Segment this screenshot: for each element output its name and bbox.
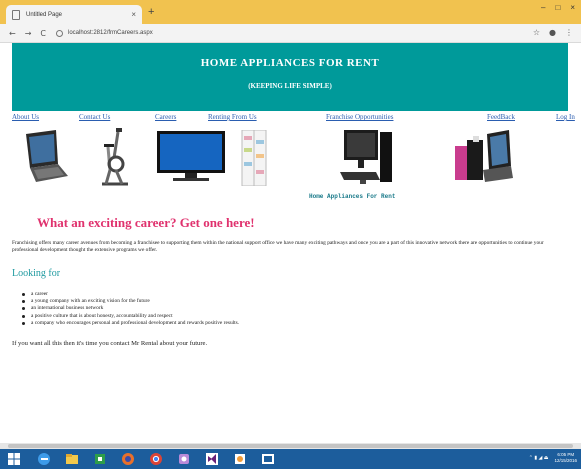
clock[interactable]: 6:05 PM 12/15/2016	[554, 452, 577, 464]
tab-title: Untitled Page	[26, 11, 63, 18]
closing-paragraph: If you want all this then it's time you …	[12, 340, 208, 347]
list-item-text: a company who encourages personal and pr…	[31, 319, 240, 326]
list-item: a company who encourages personal and pr…	[22, 320, 239, 327]
close-window-icon[interactable]: ×	[570, 3, 575, 12]
new-tab-icon[interactable]: +	[148, 6, 154, 18]
minimize-icon[interactable]: –	[541, 3, 545, 12]
app-icon[interactable]	[176, 451, 192, 467]
maximize-icon[interactable]: □	[555, 3, 560, 12]
page-icon	[12, 9, 20, 20]
back-icon[interactable]: ←	[9, 29, 16, 38]
nav-careers[interactable]: Careers	[155, 113, 176, 121]
product-caption: Home Appliances For Rent	[309, 193, 396, 200]
window-controls: – □ ×	[541, 3, 575, 12]
browser-tab[interactable]: Untitled Page ×	[6, 5, 142, 24]
bullet-icon	[22, 307, 25, 311]
system-tray: ⌃ ▮ ◢ ⏏ 6:05 PM 12/15/2016	[529, 452, 577, 464]
appliance-collage-image	[455, 130, 513, 182]
scrollbar-thumb[interactable]	[8, 444, 573, 448]
intro-paragraph: Franchising offers many career avenues f…	[12, 240, 544, 253]
nav-log-in[interactable]: Log In	[556, 113, 575, 121]
media-player-icon[interactable]	[260, 451, 276, 467]
list-item-text: an international business network	[31, 305, 104, 312]
visual-studio-icon[interactable]	[204, 451, 220, 467]
list-item-text: a young company with an exciting vision …	[31, 298, 150, 305]
site-banner: HOME APPLIANCES FOR RENT (KEEPING LIFE S…	[12, 43, 568, 111]
list-item: a positive culture that is about honesty…	[22, 313, 239, 320]
firefox-icon[interactable]	[120, 451, 136, 467]
nav-contact-us[interactable]: Contact Us	[79, 113, 110, 121]
browser-tabstrip: Untitled Page × + – □ ×	[0, 0, 581, 24]
desktop-computer-image	[340, 130, 392, 184]
looking-for-list: a career a young company with an excitin…	[22, 291, 239, 327]
taskbar: ⌃ ▮ ◢ ⏏ 6:05 PM 12/15/2016	[0, 449, 581, 469]
refrigerator-image	[241, 130, 267, 186]
list-item: a young company with an exciting vision …	[22, 298, 239, 305]
chrome-icon[interactable]	[148, 451, 164, 467]
page-heading: What an exciting career? Get one here!	[37, 215, 255, 230]
list-item: an international business network	[22, 305, 239, 312]
clock-date: 12/15/2016	[554, 458, 577, 463]
tray-icons[interactable]: ⌃ ▮ ◢ ⏏	[529, 455, 549, 461]
bullet-icon	[22, 321, 25, 325]
address-bar-actions: ☆ ● ⋮	[533, 28, 573, 37]
nav-franchise-opportunities[interactable]: Franchise Opportunities	[326, 113, 393, 121]
site-title: HOME APPLIANCES FOR RENT	[200, 57, 380, 69]
paint-icon[interactable]	[232, 451, 248, 467]
forward-icon[interactable]: →	[25, 29, 32, 38]
nav-feedback[interactable]: FeedBack	[487, 113, 515, 121]
bookmark-star-icon[interactable]: ☆	[533, 28, 540, 37]
nav-renting-from-us[interactable]: Renting From Us	[208, 113, 257, 121]
bullet-icon	[22, 293, 25, 296]
bullet-icon	[22, 300, 25, 304]
menu-icon[interactable]: ⋮	[565, 28, 573, 37]
list-item-text: a career	[31, 291, 48, 297]
television-image	[157, 131, 225, 181]
laptop-image	[26, 130, 68, 182]
store-icon[interactable]	[92, 451, 108, 467]
address-bar: ← → C localhost:2812/frmCareers.aspx ☆ ●…	[0, 24, 581, 43]
url-field[interactable]: localhost:2812/frmCareers.aspx	[56, 29, 153, 37]
site-subtitle: (KEEPING LIFE SIMPLE)	[248, 82, 332, 90]
windows-start-icon[interactable]	[6, 451, 22, 467]
looking-for-heading: Looking for	[12, 268, 61, 279]
file-explorer-icon[interactable]	[64, 451, 80, 467]
tab-close-icon[interactable]: ×	[131, 10, 136, 19]
bullet-icon	[22, 314, 25, 318]
url-text: localhost:2812/frmCareers.aspx	[68, 30, 153, 36]
edge-icon[interactable]	[36, 451, 52, 467]
reload-icon[interactable]: C	[40, 29, 46, 38]
info-icon[interactable]	[56, 29, 63, 37]
exercise-bike-image	[102, 128, 128, 186]
list-item-text: a positive culture that is about honesty…	[31, 312, 173, 319]
nav-about-us[interactable]: About Us	[12, 113, 39, 121]
account-icon[interactable]: ●	[549, 28, 556, 37]
